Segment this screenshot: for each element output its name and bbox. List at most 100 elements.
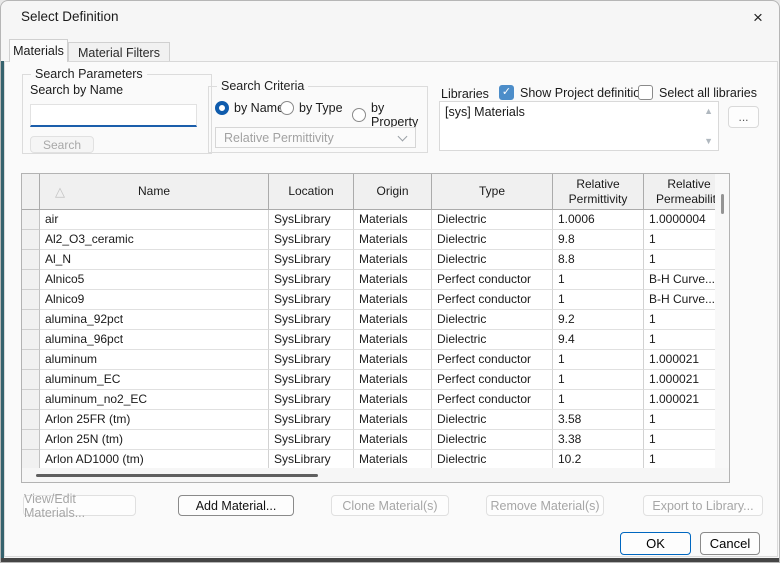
library-item[interactable]: [sys] Materials [445, 105, 525, 119]
table-row[interactable]: Al2_O3_ceramic SysLibrary Materials Dielect… [22, 230, 715, 250]
cell-rel-permittivity[interactable]: 1 [553, 290, 644, 310]
cell-name[interactable]: air [40, 210, 269, 230]
cell-origin[interactable]: Materials [354, 410, 432, 430]
cell-type[interactable]: Perfect conductor [432, 270, 553, 290]
table-row[interactable]: air SysLibrary Materials Dielectric 1.0006 1.… [22, 210, 715, 230]
radio-by-property[interactable]: by Property [352, 101, 427, 129]
cell-rel-permeability[interactable]: 1 [644, 450, 715, 468]
horizontal-scrollbar-thumb[interactable] [36, 474, 318, 477]
cell-type[interactable]: Dielectric [432, 430, 553, 450]
header-location[interactable]: Location [269, 174, 354, 210]
row-selector[interactable] [22, 450, 40, 468]
cell-rel-permeability[interactable]: 1 [644, 230, 715, 250]
cell-rel-permittivity[interactable]: 1 [553, 270, 644, 290]
cell-location[interactable]: SysLibrary [269, 250, 354, 270]
header-rel-permittivity[interactable]: Relative Permittivity [553, 174, 644, 210]
cell-rel-permeability[interactable]: 1.000021 [644, 370, 715, 390]
cell-location[interactable]: SysLibrary [269, 390, 354, 410]
row-selector[interactable] [22, 310, 40, 330]
cell-type[interactable]: Dielectric [432, 330, 553, 350]
row-selector[interactable] [22, 250, 40, 270]
clone-material-button[interactable]: Clone Material(s) [331, 495, 449, 516]
radio-by-name-circle[interactable] [215, 101, 229, 115]
table-row[interactable]: aluminum_no2_EC SysLibrary Materials Perfec… [22, 390, 715, 410]
table-row[interactable]: Al_N SysLibrary Materials Dielectric 8.8 1 [22, 250, 715, 270]
checkbox-box[interactable]: ✓ [638, 85, 653, 100]
cell-rel-permeability[interactable]: 1 [644, 410, 715, 430]
tab-materials[interactable]: Materials [9, 39, 68, 62]
tab-material-filters[interactable]: Material Filters [68, 42, 170, 62]
cell-rel-permittivity[interactable]: 1 [553, 350, 644, 370]
cell-type[interactable]: Dielectric [432, 230, 553, 250]
cell-location[interactable]: SysLibrary [269, 230, 354, 250]
cell-name[interactable]: Arlon AD1000 (tm) [40, 450, 269, 468]
cell-origin[interactable]: Materials [354, 210, 432, 230]
cell-type[interactable]: Dielectric [432, 310, 553, 330]
cell-rel-permeability[interactable]: 1.000021 [644, 390, 715, 410]
cell-rel-permittivity[interactable]: 10.2 [553, 450, 644, 468]
row-selector[interactable] [22, 390, 40, 410]
cell-rel-permeability[interactable]: 1.000021 [644, 350, 715, 370]
table-row[interactable]: alumina_92pct SysLibrary Materials Dielectr… [22, 310, 715, 330]
sort-ascending-icon[interactable]: △ [55, 184, 65, 200]
cell-rel-permittivity[interactable]: 9.4 [553, 330, 644, 350]
cell-location[interactable]: SysLibrary [269, 370, 354, 390]
cell-rel-permittivity[interactable]: 9.2 [553, 310, 644, 330]
cell-rel-permeability[interactable]: B-H Curve... [644, 290, 715, 310]
cell-type[interactable]: Perfect conductor [432, 350, 553, 370]
cell-rel-permittivity[interactable]: 1 [553, 390, 644, 410]
cell-name[interactable]: Alnico5 [40, 270, 269, 290]
cell-origin[interactable]: Materials [354, 230, 432, 250]
radio-by-property-circle[interactable] [352, 108, 366, 122]
cell-origin[interactable]: Materials [354, 350, 432, 370]
table-row[interactable]: Alnico5 SysLibrary Materials Perfect conduc… [22, 270, 715, 290]
cell-rel-permittivity[interactable]: 1.0006 [553, 210, 644, 230]
cell-name[interactable]: aluminum_no2_EC [40, 390, 269, 410]
cell-location[interactable]: SysLibrary [269, 290, 354, 310]
table-row[interactable]: Arlon AD1000 (tm) SysLibrary Materials Diel… [22, 450, 715, 468]
row-selector[interactable] [22, 330, 40, 350]
cell-location[interactable]: SysLibrary [269, 410, 354, 430]
show-project-definitions-checkbox[interactable]: ✓ Show Project definitions [499, 85, 653, 100]
scroll-up-icon[interactable]: ▲ [704, 106, 713, 116]
cell-type[interactable]: Dielectric [432, 410, 553, 430]
cell-type[interactable]: Perfect conductor [432, 370, 553, 390]
cell-type[interactable]: Dielectric [432, 250, 553, 270]
table-row[interactable]: Arlon 25FR (tm) SysLibrary Materials Dielec… [22, 410, 715, 430]
cell-origin[interactable]: Materials [354, 370, 432, 390]
cell-origin[interactable]: Materials [354, 450, 432, 468]
table-row[interactable]: aluminum SysLibrary Materials Perfect condu… [22, 350, 715, 370]
remove-material-button[interactable]: Remove Material(s) [486, 495, 604, 516]
search-input[interactable] [30, 104, 197, 127]
cell-name[interactable]: Arlon 25N (tm) [40, 430, 269, 450]
row-selector[interactable] [22, 430, 40, 450]
cell-name[interactable]: alumina_96pct [40, 330, 269, 350]
cell-origin[interactable]: Materials [354, 290, 432, 310]
cell-origin[interactable]: Materials [354, 270, 432, 290]
horizontal-scrollbar[interactable] [22, 468, 729, 482]
cell-name[interactable]: aluminum_EC [40, 370, 269, 390]
cell-name[interactable]: Alnico9 [40, 290, 269, 310]
cell-origin[interactable]: Materials [354, 250, 432, 270]
cell-rel-permeability[interactable]: B-H Curve... [644, 270, 715, 290]
search-button[interactable]: Search [30, 136, 94, 153]
close-icon[interactable]: × [745, 6, 771, 30]
cell-rel-permittivity[interactable]: 3.38 [553, 430, 644, 450]
cell-name[interactable]: Arlon 25FR (tm) [40, 410, 269, 430]
header-name[interactable]: △ Name [40, 174, 269, 210]
export-to-library-button[interactable]: Export to Library... [643, 495, 763, 516]
vertical-scrollbar-thumb[interactable] [721, 194, 724, 214]
browse-libraries-button[interactable]: ... [728, 106, 759, 128]
ok-button[interactable]: OK [620, 532, 691, 555]
cell-rel-permittivity[interactable]: 8.8 [553, 250, 644, 270]
row-selector[interactable] [22, 230, 40, 250]
cell-rel-permeability[interactable]: 1 [644, 250, 715, 270]
cell-location[interactable]: SysLibrary [269, 210, 354, 230]
cell-rel-permeability[interactable]: 1 [644, 330, 715, 350]
cell-location[interactable]: SysLibrary [269, 350, 354, 370]
header-type[interactable]: Type [432, 174, 553, 210]
scroll-down-icon[interactable]: ▼ [704, 136, 713, 146]
cell-location[interactable]: SysLibrary [269, 330, 354, 350]
cancel-button[interactable]: Cancel [700, 532, 760, 555]
vertical-scrollbar[interactable] [715, 174, 729, 468]
